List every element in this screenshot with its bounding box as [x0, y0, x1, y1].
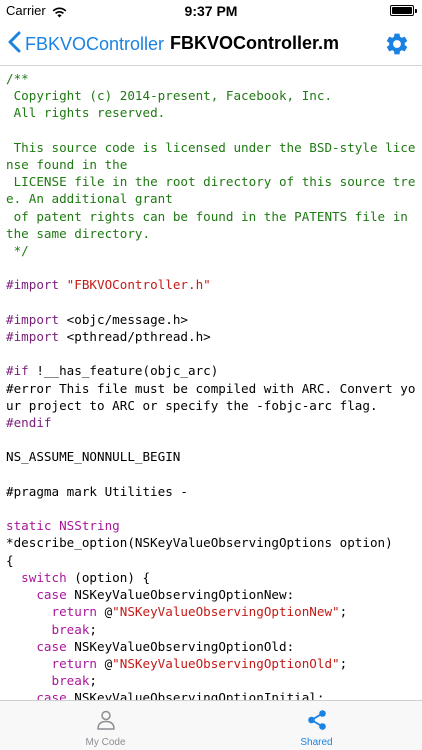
code-token: *describe_option(NSKeyValueObservingOpti…: [6, 535, 393, 551]
code-line: LICENSE file in the root directory of th…: [6, 174, 415, 206]
code-view[interactable]: /** Copyright (c) 2014-present, Facebook…: [0, 66, 422, 700]
code-line: All rights reserved.: [6, 105, 166, 121]
code-token: ;: [89, 621, 98, 637]
code-line: #import <objc/message.h>: [6, 312, 188, 327]
code-token: case: [36, 690, 67, 700]
back-button[interactable]: FBKVOController: [8, 30, 164, 58]
code-token: */: [6, 243, 29, 259]
code-line: case NSKeyValueObservingOptionNew:: [6, 587, 294, 602]
code-line: static NSString: [6, 518, 120, 533]
status-bar: Carrier 9:37 PM: [0, 0, 422, 22]
code-token: #import: [6, 311, 67, 327]
code-line: */: [6, 243, 29, 258]
code-line: Copyright (c) 2014-present, Facebook, In…: [6, 88, 332, 103]
battery-icon: [390, 5, 417, 16]
code-line: #if !__has_feature(objc_arc): [6, 363, 218, 378]
tab-bar: My Code Shared: [0, 700, 422, 750]
code-token: of patent rights can be found in the PAT…: [6, 208, 416, 241]
code-token: <objc/message.h>: [66, 311, 188, 327]
code-line: #import "FBKVOController.h": [6, 277, 211, 292]
code-line: {: [6, 553, 14, 568]
code-token: @: [97, 655, 113, 671]
tab-shared[interactable]: Shared: [211, 701, 422, 750]
code-line: This source code is licensed under the B…: [6, 140, 415, 172]
code-token: <pthread/pthread.h>: [66, 329, 211, 345]
code-token: NS_ASSUME_NONNULL_BEGIN: [6, 449, 181, 465]
code-token: "NSKeyValueObservingOptionOld": [112, 655, 340, 671]
page-title: FBKVOController.m: [170, 33, 340, 53]
back-button-label: FBKVOController: [25, 33, 165, 54]
code-line: case NSKeyValueObservingOptionOld:: [6, 639, 294, 654]
code-token: (option) {: [66, 569, 151, 585]
code-token: This source code is licensed under the B…: [6, 139, 416, 173]
code-token: NSKeyValueObservingOptionInitial:: [66, 690, 325, 700]
code-line: #pragma mark Utilities -: [6, 484, 188, 499]
code-token: case: [36, 587, 67, 603]
code-line: case NSKeyValueObservingOptionInitial:: [6, 690, 324, 700]
share-icon: [306, 709, 328, 731]
code-token: /**: [6, 71, 29, 86]
code-line: *describe_option(NSKeyValueObservingOpti…: [6, 535, 393, 550]
battery-level: [392, 7, 412, 14]
code-line: return @"NSKeyValueObservingOptionNew";: [6, 604, 348, 620]
code-token: static NSString: [6, 518, 120, 534]
code-token: #error This file must be compiled with A…: [6, 380, 416, 413]
code-token: @: [97, 604, 113, 620]
code-line: return @"NSKeyValueObservingOptionOld";: [6, 655, 348, 671]
code-token: NSKeyValueObservingOptionOld:: [66, 638, 295, 654]
code-token: break: [51, 673, 90, 689]
code-line: NS_ASSUME_NONNULL_BEGIN: [6, 449, 180, 464]
code-token: !__has_feature(objc_arc): [36, 363, 219, 379]
code-line: #import <pthread/pthread.h>: [6, 329, 211, 344]
source-code: /** Copyright (c) 2014-present, Facebook…: [0, 66, 422, 700]
code-token: All rights reserved.: [6, 105, 166, 121]
code-token: NSKeyValueObservingOptionNew:: [66, 587, 295, 603]
person-icon: [95, 709, 117, 731]
code-token: "NSKeyValueObservingOptionNew": [112, 604, 340, 620]
code-line: break;: [6, 673, 98, 689]
code-line: #error This file must be compiled with A…: [6, 381, 415, 413]
code-token: Copyright (c) 2014-present, Facebook, In…: [6, 88, 333, 104]
code-token: #import: [6, 277, 67, 293]
code-token: return: [51, 604, 98, 620]
tab-shared-label: Shared: [300, 737, 333, 748]
code-token: ;: [339, 655, 348, 671]
code-token: return: [51, 655, 98, 671]
code-token: LICENSE file in the root directory of th…: [6, 174, 416, 207]
code-token: #pragma mark Utilities -: [6, 483, 188, 499]
code-token: "FBKVOController.h": [66, 277, 211, 293]
code-line: of patent rights can be found in the PAT…: [6, 209, 415, 241]
code-line: /**: [6, 71, 29, 86]
tab-my-code-label: My Code: [85, 737, 126, 748]
code-line: #endif: [6, 415, 52, 430]
code-line: break;: [6, 621, 98, 637]
code-token: #if: [6, 363, 37, 379]
code-line: switch (option) {: [6, 570, 150, 585]
code-token: break: [51, 621, 90, 637]
code-token: ;: [339, 604, 348, 620]
code-token: #import: [6, 329, 67, 345]
gear-icon[interactable]: [384, 31, 410, 57]
clock: 9:37 PM: [184, 3, 238, 19]
navigation-bar: FBKVOController FBKVOController.m: [0, 22, 422, 66]
code-token: #endif: [6, 415, 52, 431]
code-token: ;: [89, 673, 98, 689]
tab-my-code[interactable]: My Code: [0, 701, 211, 750]
code-token: switch: [21, 569, 67, 585]
chevron-left-icon: [8, 31, 21, 58]
code-token: {: [6, 552, 14, 568]
code-token: case: [36, 638, 67, 654]
